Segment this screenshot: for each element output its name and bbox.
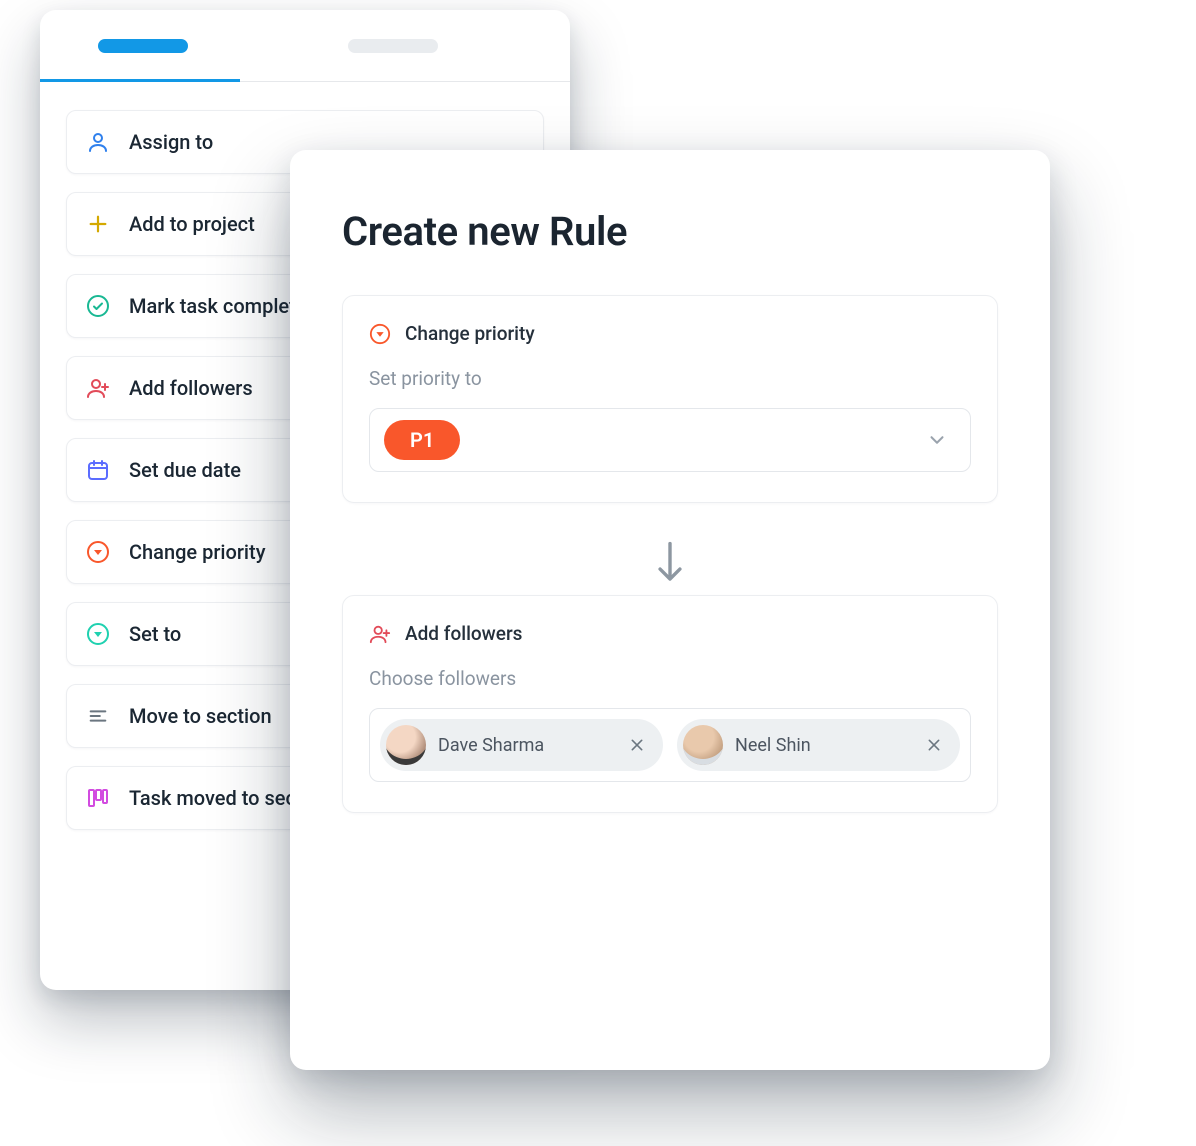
- tab-bar: [40, 10, 570, 82]
- card-header: Change priority: [369, 322, 971, 345]
- close-icon[interactable]: [625, 733, 649, 757]
- action-label: Add followers: [129, 376, 253, 400]
- flow-arrow-icon: [342, 539, 998, 585]
- avatar: [683, 725, 723, 765]
- action-label: Mark task complete: [129, 294, 307, 318]
- priority-card: Change priority Set priority to P1: [342, 295, 998, 503]
- priority-select[interactable]: P1: [369, 408, 971, 472]
- user-icon: [85, 129, 111, 155]
- action-label: Set due date: [129, 458, 241, 482]
- check-circle-icon: [85, 293, 111, 319]
- follower-name: Dave Sharma: [438, 735, 613, 756]
- user-plus-icon: [369, 623, 391, 645]
- tab-underline: [40, 79, 240, 82]
- triangle-down-circle-icon: [85, 539, 111, 565]
- triangle-down-circle-icon: [85, 621, 111, 647]
- card-header-label: Change priority: [405, 322, 535, 345]
- card-sub-label: Set priority to: [369, 367, 971, 390]
- panel-title: Create new Rule: [342, 208, 998, 255]
- followers-input[interactable]: Dave Sharma Neel Shin: [369, 708, 971, 782]
- tab-active[interactable]: [98, 39, 188, 53]
- card-header: Add followers: [369, 622, 971, 645]
- follower-name: Neel Shin: [735, 735, 910, 756]
- card-sub-label: Choose followers: [369, 667, 971, 690]
- action-label: Change priority: [129, 540, 265, 564]
- action-label: Move to section: [129, 704, 272, 728]
- calendar-icon: [85, 457, 111, 483]
- follower-chip: Dave Sharma: [380, 719, 663, 771]
- close-icon[interactable]: [922, 733, 946, 757]
- board-icon: [85, 785, 111, 811]
- action-label: Set to: [129, 622, 181, 646]
- avatar: [386, 725, 426, 765]
- user-plus-icon: [85, 375, 111, 401]
- priority-badge: P1: [384, 420, 460, 460]
- follower-chip: Neel Shin: [677, 719, 960, 771]
- action-label: Add to project: [129, 212, 255, 236]
- followers-card: Add followers Choose followers Dave Shar…: [342, 595, 998, 813]
- tab-inactive[interactable]: [348, 39, 438, 53]
- plus-icon: [85, 211, 111, 237]
- rule-builder-panel: Create new Rule Change priority Set prio…: [290, 150, 1050, 1070]
- lines-icon: [85, 703, 111, 729]
- action-label: Assign to: [129, 130, 213, 154]
- chevron-down-icon: [926, 429, 948, 451]
- card-header-label: Add followers: [405, 622, 522, 645]
- triangle-down-circle-icon: [369, 323, 391, 345]
